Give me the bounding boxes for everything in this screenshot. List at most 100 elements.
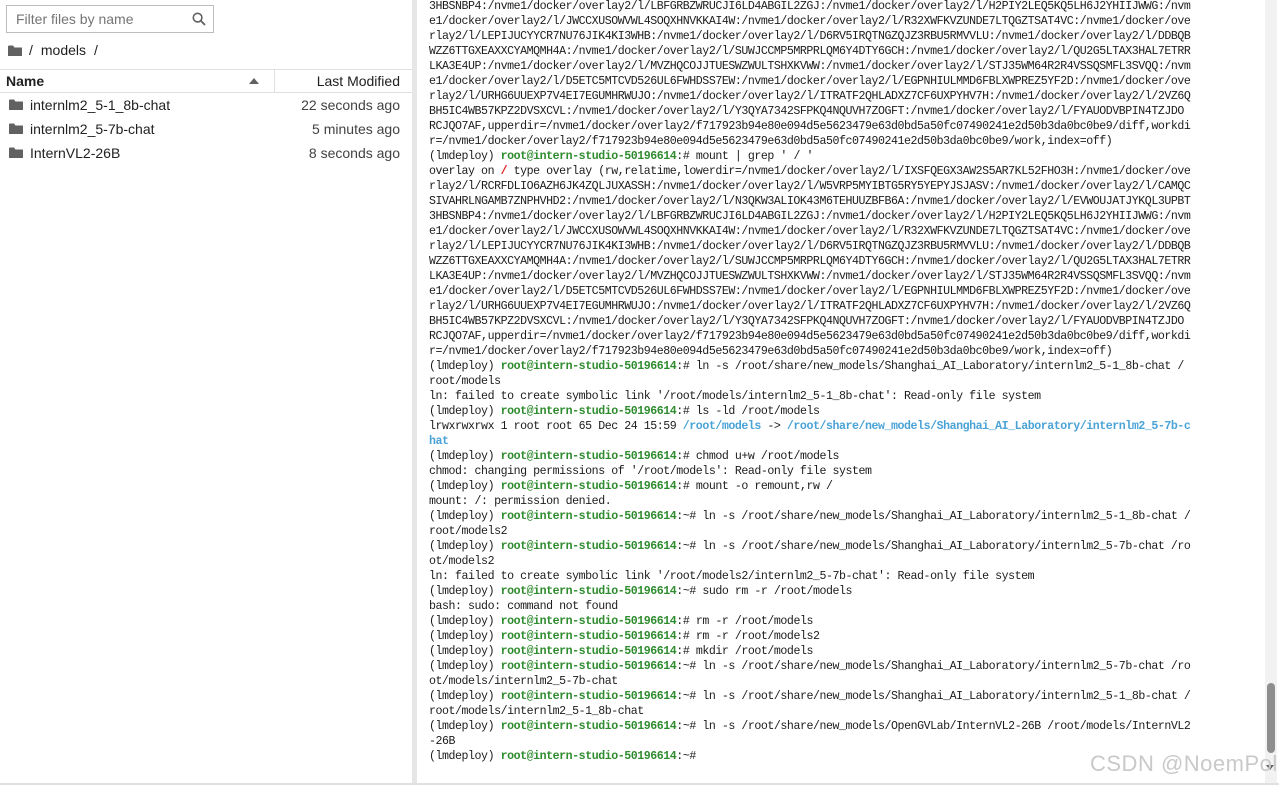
terminal-output-line: rlay2/l/URHG6UUEXP7V4EI7EGUMHRWUJO:/nvme… [429, 300, 1191, 313]
prompt-command: # chmod u+w /root/models [682, 450, 840, 463]
column-name-label: Name [6, 73, 45, 89]
terminal-output-line: 3HBSNBP4:/nvme1/docker/overlay2/l/LBFGRB… [429, 210, 1191, 223]
terminal-output-line: rlay2/l/LEPIJUCYYCR7NU76JIK4KI3WHB:/nvme… [429, 240, 1191, 253]
terminal-prompt-line: (lmdeploy) root@intern-studio-50196614:#… [429, 404, 1259, 419]
prompt-host: root@intern-studio-50196614 [500, 660, 677, 673]
watermark: CSDN @NoemPol [1090, 751, 1278, 776]
prompt-command: ~# ln -s /root/share/new_models/Shanghai… [682, 510, 1191, 523]
file-list: internlm2_5-1_8b-chat 22 seconds ago int… [0, 93, 412, 165]
terminal-output-line: BH5IC4WB57KPZ2DVSXCVL:/nvme1/docker/over… [429, 105, 1184, 118]
column-name-header[interactable]: Name [0, 70, 275, 92]
prompt-env: (lmdeploy) [429, 510, 501, 523]
file-row-InternVL2-26B[interactable]: InternVL2-26B 8 seconds ago [0, 141, 412, 165]
terminal-output-line: bash: sudo: command not found [429, 600, 618, 613]
prompt-host: root@intern-studio-50196614 [500, 750, 677, 763]
output-text: lrwxrwxrwx 1 root root 65 Dec 24 15:59 [429, 420, 683, 433]
terminal-output-line: ot/models/internlm2_5-7b-chat [429, 675, 618, 688]
column-last-modified-header[interactable]: Last Modified [276, 70, 400, 92]
prompt-env: (lmdeploy) [429, 450, 501, 463]
prompt-env: (lmdeploy) [429, 480, 501, 493]
terminal-output: 3HBSNBP4:/nvme1/docker/overlay2/l/LBFGRB… [429, 0, 1259, 764]
terminal-output-line: hat [429, 434, 1259, 449]
prompt-host: root@intern-studio-50196614 [500, 510, 677, 523]
terminal-prompt-line: (lmdeploy) root@intern-studio-50196614:~… [429, 584, 1259, 599]
terminal-prompt-line: (lmdeploy) root@intern-studio-50196614:#… [429, 614, 1259, 629]
prompt-host: root@intern-studio-50196614 [500, 615, 677, 628]
prompt-host: root@intern-studio-50196614 [500, 450, 677, 463]
prompt-command: # mkdir /root/models [682, 645, 814, 658]
prompt-env: (lmdeploy) [429, 360, 501, 373]
breadcrumb-root[interactable]: / [29, 42, 33, 58]
terminal-panel[interactable]: 3HBSNBP4:/nvme1/docker/overlay2/l/LBFGRB… [417, 0, 1279, 785]
folder-icon [9, 123, 23, 134]
prompt-command: ~# [682, 750, 703, 763]
file-name: internlm2_5-1_8b-chat [30, 97, 171, 113]
terminal-output-line: rlay2/l/RCRFDLIO6AZH6JK4ZQLJUXASSH:/nvme… [429, 180, 1191, 193]
prompt-env: (lmdeploy) [429, 405, 501, 418]
prompt-env: (lmdeploy) [429, 615, 501, 628]
prompt-command: # ls -ld /root/models [682, 405, 820, 418]
terminal-output-line: root/models [429, 375, 501, 388]
file-row-internlm2_5-1_8b-chat[interactable]: internlm2_5-1_8b-chat 22 seconds ago [0, 93, 412, 117]
symlink-arrow: -> [760, 420, 787, 433]
column-last-modified-label: Last Modified [316, 73, 400, 89]
prompt-env: (lmdeploy) [429, 660, 501, 673]
prompt-env: (lmdeploy) [429, 720, 501, 733]
terminal-output-line: WZZ6TTGXEAXXCYAMQMH4A:/nvme1/docker/over… [429, 255, 1191, 268]
terminal-output-line: root/models2 [429, 525, 508, 538]
prompt-env: (lmdeploy) [429, 645, 501, 658]
terminal-output-line: r=/nvme1/docker/overlay2/f717923b94e80e0… [429, 345, 1113, 358]
file-modified: 8 seconds ago [308, 145, 400, 161]
terminal-output-line: root/models/internlm2_5-1_8b-chat [429, 705, 644, 718]
file-browser-panel: / models / Name Last Modified internlm2_… [0, 0, 412, 785]
file-name: internlm2_5-7b-chat [30, 121, 155, 137]
terminal-output-line: chmod: changing permissions of '/root/mo… [429, 465, 872, 478]
breadcrumb-folder-models[interactable]: models [41, 42, 86, 58]
prompt-command: # ln -s /root/share/new_models/Shanghai_… [682, 360, 1185, 373]
prompt-host: root@intern-studio-50196614 [500, 480, 677, 493]
prompt-env: (lmdeploy) [429, 690, 501, 703]
terminal-output-line: lrwxrwxrwx 1 root root 65 Dec 24 15:59 /… [429, 419, 1259, 434]
file-filter-box [6, 5, 214, 33]
terminal-output-line: ln: failed to create symbolic link '/roo… [429, 390, 1041, 403]
prompt-host: root@intern-studio-50196614 [500, 690, 677, 703]
terminal-prompt-line: (lmdeploy) root@intern-studio-50196614:~… [429, 539, 1259, 554]
terminal-prompt-line: (lmdeploy) root@intern-studio-50196614:#… [429, 644, 1259, 659]
folder-icon [9, 99, 23, 110]
terminal-cursor [702, 749, 709, 762]
folder-icon [9, 147, 23, 158]
home-folder-icon[interactable] [8, 45, 22, 56]
prompt-command: # mount -o remount,rw / [682, 480, 833, 493]
breadcrumb-trailing-separator: / [94, 42, 98, 58]
terminal-prompt-line: (lmdeploy) root@intern-studio-50196614:#… [429, 359, 1259, 374]
terminal-scrollbar-track[interactable] [1265, 0, 1277, 785]
terminal-output-line: e1/docker/overlay2/l/JWCCXUSOWVWL4SOQXHN… [429, 15, 1191, 28]
symlink-target: /root/share/new_models/Shanghai_AI_Labor… [786, 420, 1191, 433]
prompt-env: (lmdeploy) [429, 630, 501, 643]
symlink-name: /root/models [682, 420, 762, 433]
output-text: overlay on [429, 165, 501, 178]
terminal-prompt-line: (lmdeploy) root@intern-studio-50196614:#… [429, 629, 1259, 644]
terminal-prompt-line: (lmdeploy) root@intern-studio-50196614:~… [429, 719, 1259, 734]
prompt-env: (lmdeploy) [429, 750, 501, 763]
file-modified: 22 seconds ago [301, 97, 400, 113]
terminal-output-line: RCJQO7AF,upperdir=/nvme1/docker/overlay2… [429, 120, 1191, 133]
search-icon[interactable] [192, 12, 206, 26]
terminal-output-line: ot/models2 [429, 555, 495, 568]
prompt-host: root@intern-studio-50196614 [500, 720, 677, 733]
prompt-command: # rm -r /root/models2 [682, 630, 820, 643]
filter-files-input[interactable] [7, 6, 187, 32]
terminal-output-line: mount: /: permission denied. [429, 495, 612, 508]
file-row-internlm2_5-7b-chat[interactable]: internlm2_5-7b-chat 5 minutes ago [0, 117, 412, 141]
terminal-output-line: SIVAHRLNGAMB7ZNPHVHD2:/nvme1/docker/over… [429, 195, 1191, 208]
terminal-output-line: r=/nvme1/docker/overlay2/f717923b94e80e0… [429, 135, 1113, 148]
terminal-output-line: WZZ6TTGXEAXXCYAMQMH4A:/nvme1/docker/over… [429, 45, 1191, 58]
terminal-output-line: -26B [429, 735, 456, 748]
terminal-prompt-line: (lmdeploy) root@intern-studio-50196614:~… [429, 689, 1259, 704]
prompt-host: root@intern-studio-50196614 [500, 645, 677, 658]
prompt-host: root@intern-studio-50196614 [500, 150, 677, 163]
terminal-prompt-line: (lmdeploy) root@intern-studio-50196614:~… [429, 509, 1259, 524]
sort-ascending-icon [249, 78, 259, 84]
terminal-output-line: ln: failed to create symbolic link '/roo… [429, 570, 1035, 583]
terminal-scrollbar-thumb[interactable] [1267, 683, 1275, 753]
